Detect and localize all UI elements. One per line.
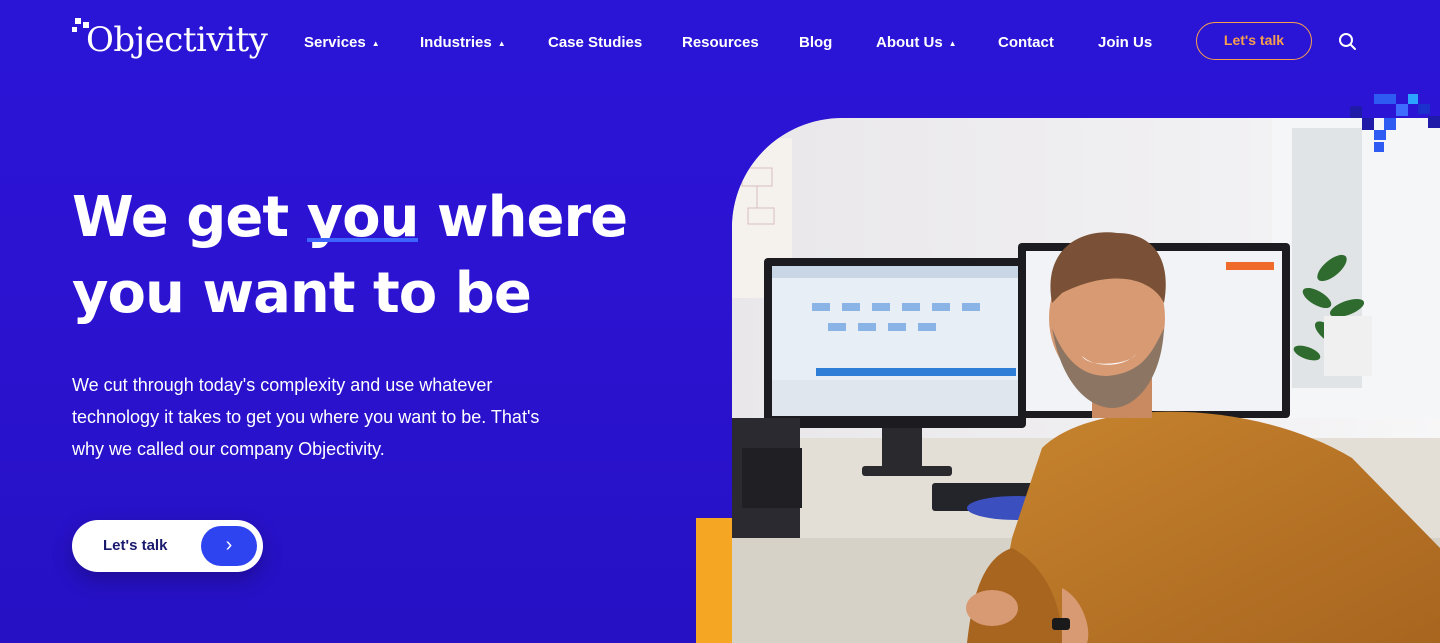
nav-label: Join Us (1098, 34, 1153, 51)
hero-title: We get you where you want to be (72, 180, 632, 332)
nav-item-contact[interactable]: Contact (998, 30, 1054, 56)
hero-photo-illustration (732, 118, 1440, 643)
lets-talk-label: Let's talk (103, 537, 168, 554)
pixel-pattern-icon (1350, 94, 1440, 152)
nav-label: About Us (876, 34, 943, 51)
site-header: Objectivity Services ▲ Industries ▲ Case S… (0, 0, 1440, 86)
nav-item-blog[interactable]: Blog (799, 30, 832, 56)
nav-label: Services (304, 34, 366, 51)
nav-label: Blog (799, 34, 833, 51)
search-icon (1339, 33, 1356, 50)
caret-up-icon: ▲ (948, 39, 957, 49)
caret-up-icon: ▲ (497, 39, 506, 49)
nav-item-about-us[interactable]: About Us ▲ (876, 30, 957, 56)
nav-item-case-studies[interactable]: Case Studies (548, 30, 642, 56)
hero-description: We cut through today's complexity and us… (72, 375, 540, 459)
chevron-right-icon: › (201, 526, 257, 566)
nav-item-resources[interactable]: Resources (682, 30, 759, 56)
nav-item-join-us[interactable]: Join Us (1098, 30, 1152, 56)
decorative-pixel-pattern (1340, 84, 1440, 160)
objectivity-logo[interactable]: Objectivity (72, 18, 268, 62)
lets-talk-header-button[interactable]: Let's talk (1196, 22, 1312, 60)
hero-photo (732, 118, 1440, 643)
hero-title-highlight: you (306, 180, 419, 256)
lets-talk-hero-button[interactable]: Let's talk › (72, 520, 263, 572)
nav-label: Case Studies (548, 34, 643, 51)
caret-up-icon: ▲ (371, 39, 380, 49)
logo-mark-icon (72, 18, 92, 44)
search-button[interactable] (1336, 30, 1360, 54)
hero-title-part1: We get (72, 185, 307, 250)
nav-item-industries[interactable]: Industries ▲ (420, 30, 506, 56)
logo-text: Objectivity (86, 20, 268, 60)
nav-label: Industries (420, 34, 492, 51)
orange-accent-bar (696, 518, 734, 643)
nav-item-services[interactable]: Services ▲ (304, 30, 380, 56)
nav-label: Resources (682, 34, 759, 51)
nav-label: Contact (998, 34, 1054, 51)
